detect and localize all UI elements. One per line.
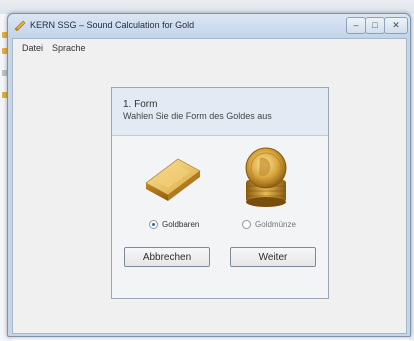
cancel-button[interactable]: Abbrechen — [124, 247, 210, 267]
app-window: KERN SSG – Sound Calculation for Gold – … — [7, 13, 411, 337]
maximize-icon: □ — [372, 20, 378, 30]
gold-bar-icon[interactable] — [142, 151, 204, 203]
window-title: KERN SSG – Sound Calculation for Gold — [30, 20, 195, 30]
background-window-titlebar — [0, 0, 414, 14]
step-description: Wahlen Sie die Form des Goldes aus — [123, 111, 272, 121]
wizard-panel: 1. Form Wahlen Sie die Form des Goldes a… — [111, 87, 329, 299]
goldbaren-radio[interactable] — [149, 220, 158, 229]
maximize-button[interactable]: □ — [365, 17, 385, 34]
gold-coin-icon[interactable] — [240, 144, 292, 209]
menu-item-sprache[interactable]: Sprache — [52, 43, 86, 53]
goldmuenze-label: Goldmünze — [255, 220, 296, 229]
menu-bar: Datei Sprache — [13, 39, 406, 56]
app-icon — [14, 20, 26, 31]
next-button[interactable]: Weiter — [230, 247, 316, 267]
client-area: Datei Sprache 1. Form Wahlen Sie die For… — [12, 38, 407, 334]
close-button[interactable]: ✕ — [384, 17, 408, 34]
option-goldmuenze[interactable]: Goldmünze — [242, 220, 296, 229]
minimize-button[interactable]: – — [346, 17, 366, 34]
minimize-icon: – — [353, 20, 359, 30]
goldbaren-label: Goldbaren — [162, 220, 200, 229]
menu-item-datei[interactable]: Datei — [22, 43, 43, 53]
wizard-header: 1. Form Wahlen Sie die Form des Goldes a… — [112, 88, 328, 136]
title-bar[interactable]: KERN SSG – Sound Calculation for Gold – … — [8, 14, 410, 38]
option-goldbaren[interactable]: Goldbaren — [149, 220, 199, 229]
step-title: 1. Form — [123, 99, 158, 110]
goldmuenze-radio[interactable] — [242, 220, 251, 229]
close-icon: ✕ — [392, 20, 400, 30]
